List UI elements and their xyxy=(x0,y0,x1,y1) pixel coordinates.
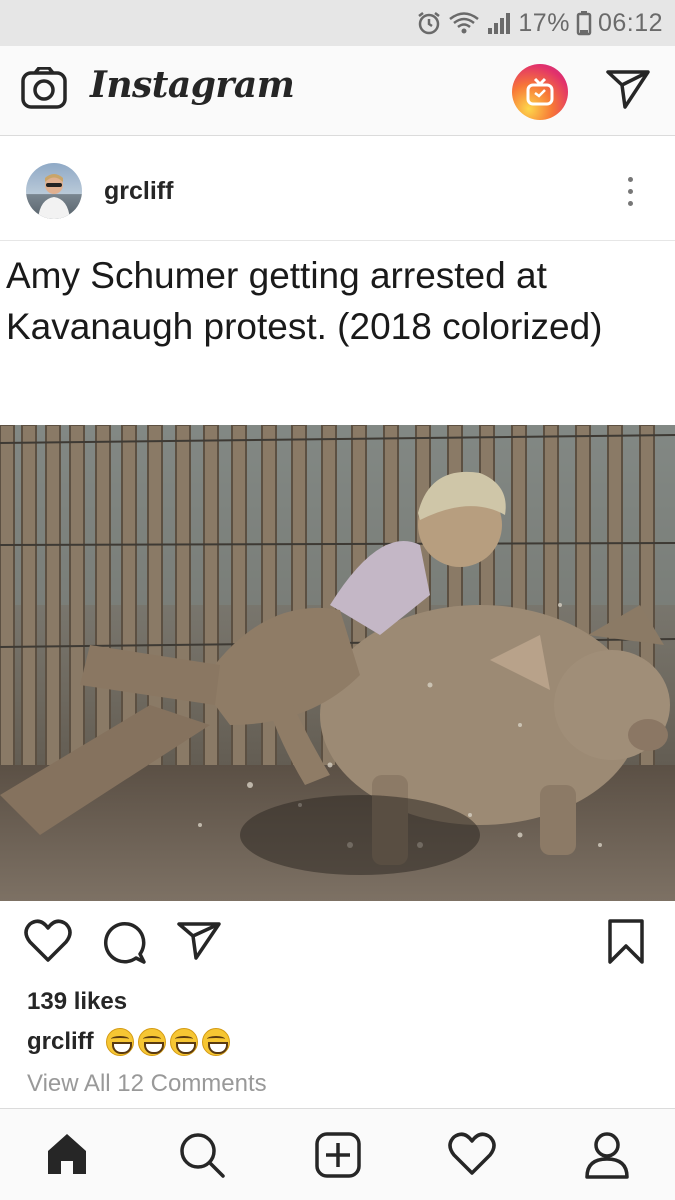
camera-icon[interactable] xyxy=(21,66,67,114)
new-post-icon[interactable] xyxy=(314,1131,362,1184)
avatar[interactable] xyxy=(26,163,82,219)
profile-icon[interactable] xyxy=(584,1131,630,1184)
clock: 06:12 xyxy=(597,8,663,37)
instagram-logo: Instagram xyxy=(90,64,295,106)
caption-username[interactable]: grcliff xyxy=(27,1028,94,1056)
grinning-emoji-icon xyxy=(105,1028,134,1056)
battery-percent: 17% xyxy=(518,8,570,37)
alarm-icon xyxy=(416,10,442,36)
post-actions xyxy=(0,918,675,978)
post-caption: grcliff xyxy=(27,1028,230,1056)
like-heart-icon[interactable] xyxy=(24,918,72,969)
grinning-emoji-icon xyxy=(169,1028,198,1056)
post-username[interactable]: grcliff xyxy=(104,177,173,206)
share-send-icon[interactable] xyxy=(176,918,222,967)
grinning-emoji-icon xyxy=(201,1028,230,1056)
home-icon[interactable] xyxy=(44,1131,90,1182)
activity-heart-icon[interactable] xyxy=(448,1131,496,1182)
bookmark-icon[interactable] xyxy=(606,918,646,971)
grinning-emoji-icon xyxy=(137,1028,166,1056)
post-header: grcliff xyxy=(0,137,675,241)
signal-icon xyxy=(486,10,512,36)
post-image-text: Amy Schumer getting arrested at Kavanaug… xyxy=(6,255,603,347)
wifi-icon xyxy=(448,10,480,36)
likes-count[interactable]: 139 likes xyxy=(27,988,127,1016)
more-options-icon[interactable] xyxy=(622,177,638,211)
search-icon[interactable] xyxy=(178,1131,226,1184)
view-all-comments-link[interactable]: View All 12 Comments xyxy=(27,1070,267,1098)
comment-icon[interactable] xyxy=(100,918,148,971)
direct-send-icon[interactable] xyxy=(605,68,651,115)
status-bar: 17% 06:12 xyxy=(0,0,675,46)
app-header: Instagram xyxy=(0,46,675,136)
battery-icon xyxy=(576,10,592,36)
bottom-nav xyxy=(0,1108,675,1200)
igtv-icon[interactable] xyxy=(512,64,568,120)
post-image-text-area: Amy Schumer getting arrested at Kavanaug… xyxy=(0,242,675,425)
post-photo[interactable] xyxy=(0,425,675,901)
